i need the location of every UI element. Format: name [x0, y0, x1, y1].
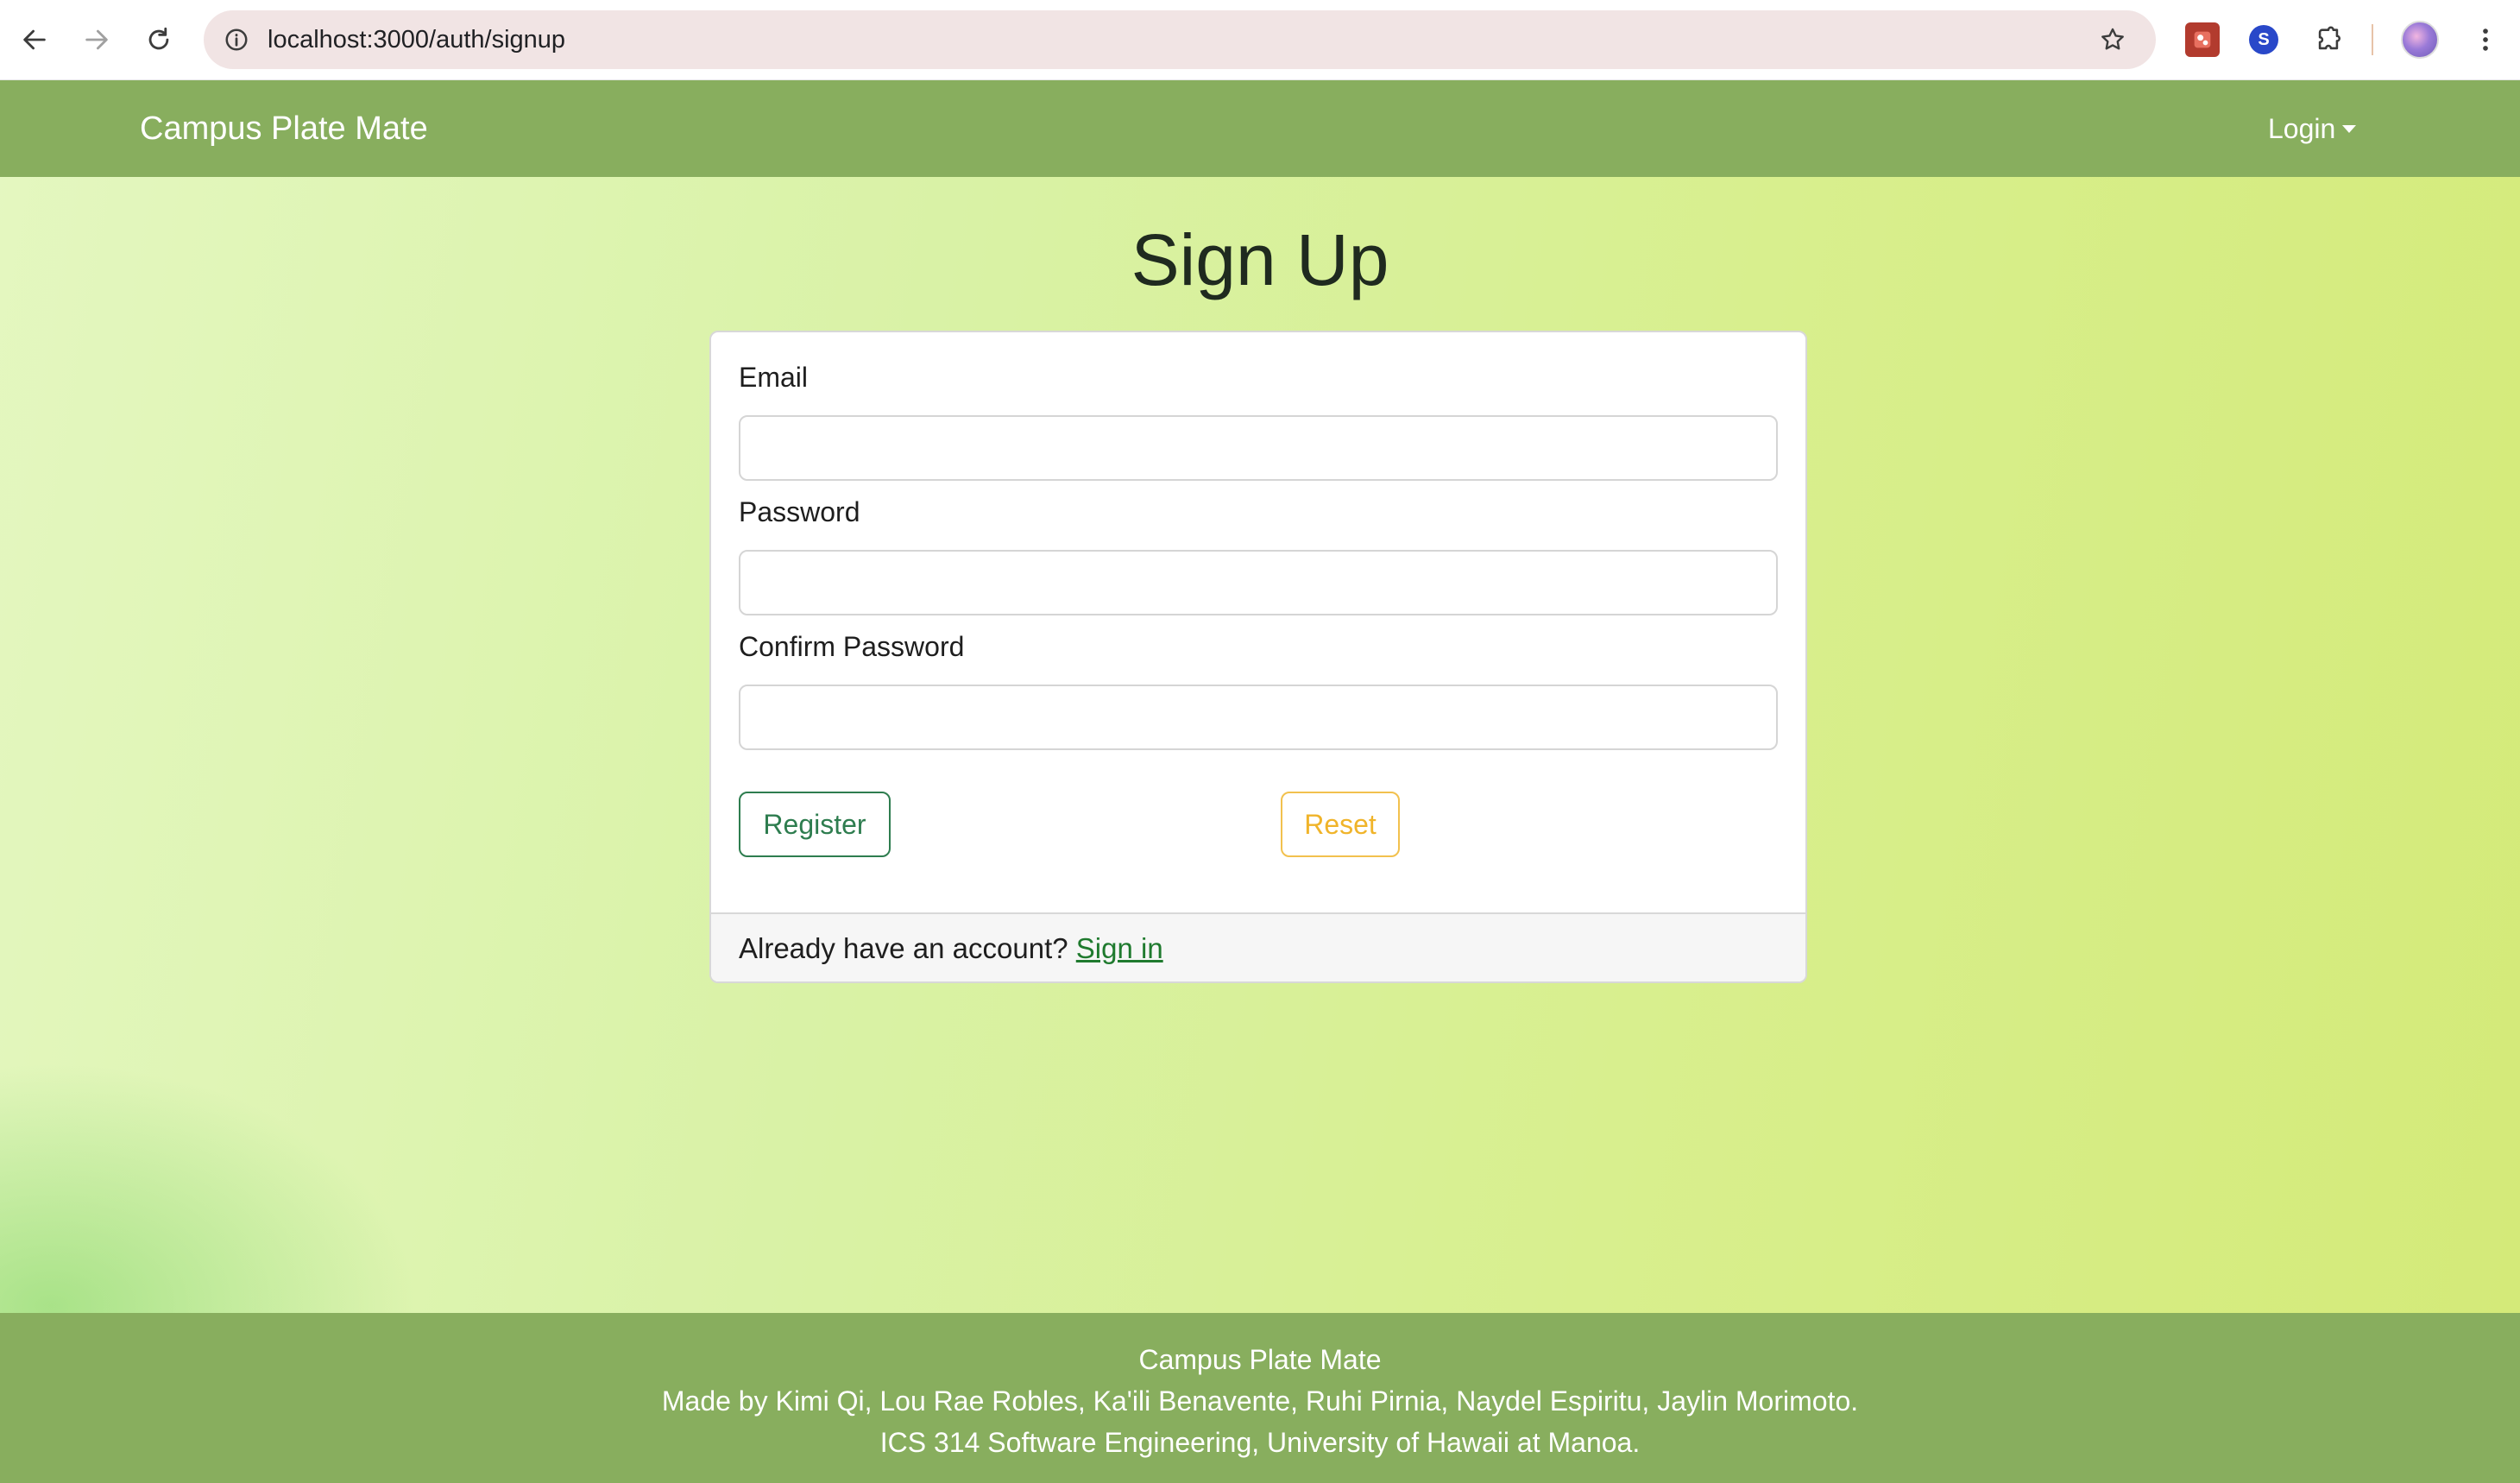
- footer-course: ICS 314 Software Engineering, University…: [879, 1427, 1641, 1458]
- profile-avatar[interactable]: [2401, 21, 2439, 59]
- address-bar[interactable]: localhost:3000/auth/signup: [204, 10, 2156, 69]
- confirm-password-input[interactable]: [739, 685, 1778, 750]
- account-prompt: Already have an account?: [739, 932, 1076, 964]
- footer-title: Campus Plate Mate: [1138, 1344, 1382, 1375]
- back-button[interactable]: [10, 16, 59, 64]
- password-input[interactable]: [739, 550, 1778, 615]
- signup-card: Email Password Confirm Password Register…: [709, 331, 1807, 983]
- reload-button[interactable]: [135, 16, 183, 64]
- sign-in-link[interactable]: Sign in: [1076, 932, 1163, 964]
- password-label: Password: [739, 496, 860, 527]
- caret-down-icon: [2342, 124, 2357, 133]
- reset-button[interactable]: Reset: [1281, 792, 1400, 857]
- email-input[interactable]: [739, 415, 1778, 481]
- top-navbar: Campus Plate Mate Login: [0, 80, 2520, 177]
- url-text[interactable]: localhost:3000/auth/signup: [268, 10, 565, 69]
- login-dropdown[interactable]: Login: [2268, 80, 2357, 177]
- card-footer: Already have an account? Sign in: [711, 912, 1805, 981]
- email-label: Email: [739, 362, 809, 393]
- footer-credits: Made by Kimi Qi, Lou Rae Robles, Ka'ili …: [661, 1385, 1859, 1417]
- s-extension-icon[interactable]: S: [2249, 25, 2278, 54]
- page-footer: Campus Plate Mate Made by Kimi Qi, Lou R…: [0, 1313, 2520, 1483]
- login-label: Login: [2268, 113, 2336, 144]
- register-button[interactable]: Register: [739, 792, 891, 857]
- site-info-icon[interactable]: [219, 22, 254, 57]
- arrow-right-icon: [85, 29, 108, 50]
- confirm-password-label: Confirm Password: [739, 631, 965, 662]
- brand-link[interactable]: Campus Plate Mate: [140, 80, 428, 177]
- forward-button[interactable]: [72, 16, 121, 64]
- page-title: Sign Up: [1131, 219, 1389, 300]
- extension-icon[interactable]: [2185, 22, 2220, 57]
- browser-toolbar: localhost:3000/auth/signup S: [0, 0, 2520, 80]
- more-menu-icon[interactable]: [2468, 22, 2503, 57]
- page: Campus Plate Mate Login Sign Up Email Pa…: [0, 80, 2520, 1483]
- arrow-left-icon: [23, 29, 46, 50]
- reload-icon: [148, 27, 169, 50]
- toolbar-divider: [2372, 24, 2373, 55]
- bookmark-star-icon[interactable]: [2095, 22, 2130, 57]
- extensions-puzzle-icon[interactable]: [2311, 22, 2346, 57]
